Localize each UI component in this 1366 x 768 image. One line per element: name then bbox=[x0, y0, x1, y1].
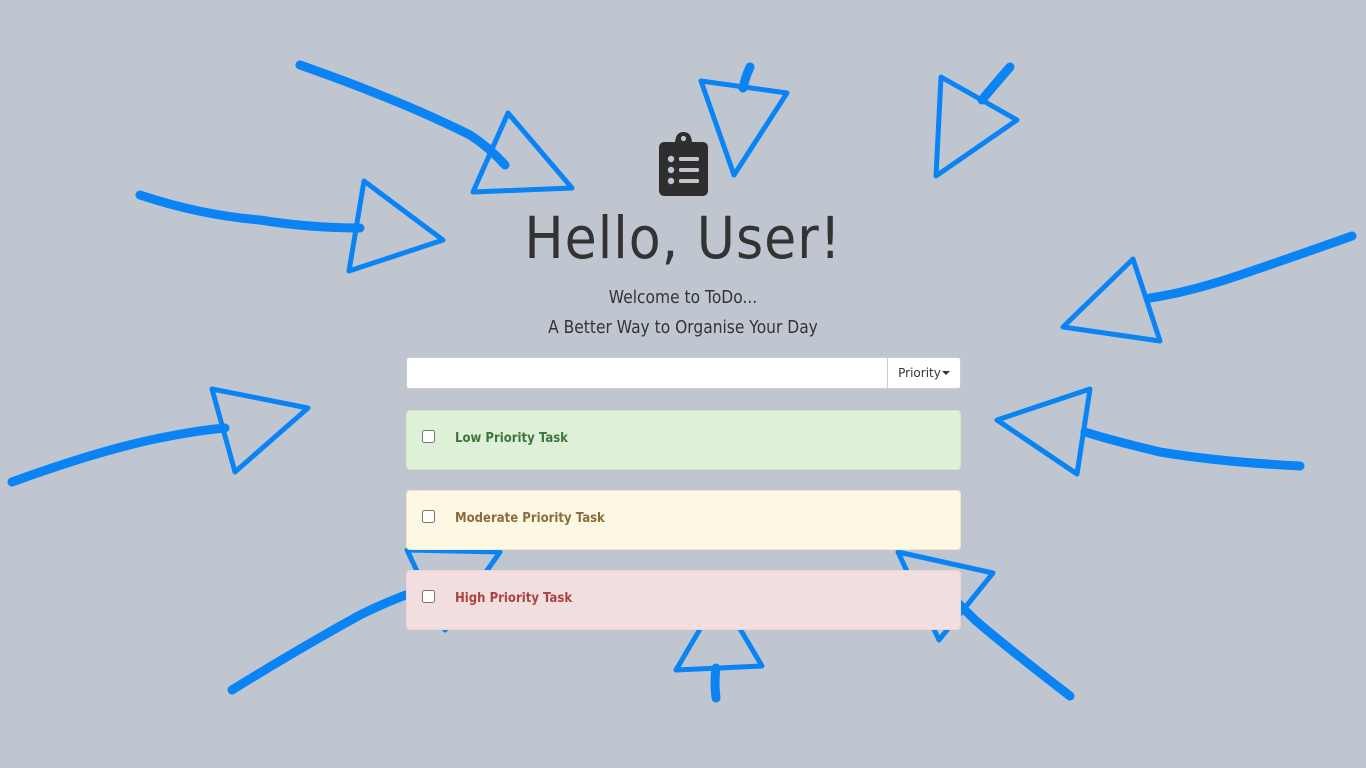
new-task-input[interactable] bbox=[406, 357, 887, 389]
arrow-right-lower bbox=[994, 386, 1305, 477]
task-item-moderate: Moderate Priority Task bbox=[406, 490, 961, 550]
new-task-form: Priority bbox=[406, 357, 961, 389]
task-checkbox-moderate[interactable] bbox=[422, 510, 435, 523]
clipboard-list-icon bbox=[659, 132, 708, 196]
task-checkbox-low[interactable] bbox=[422, 430, 435, 443]
page-title: Hello, User! bbox=[524, 204, 842, 272]
page: Hello, User! Welcome to ToDo... A Better… bbox=[0, 0, 1366, 768]
subtitle-tagline: A Better Way to Organise Your Day bbox=[548, 317, 818, 338]
arrow-top-center bbox=[698, 62, 790, 178]
priority-dropdown-button[interactable]: Priority bbox=[887, 357, 961, 389]
arrow-top-left bbox=[295, 60, 575, 195]
caret-down-icon bbox=[941, 371, 950, 375]
priority-dropdown-label: Priority bbox=[898, 366, 941, 380]
arrow-top-right bbox=[933, 62, 1020, 179]
task-label-high: High Priority Task bbox=[455, 591, 573, 606]
task-item-low: Low Priority Task bbox=[406, 410, 961, 470]
task-checkbox-high[interactable] bbox=[422, 590, 435, 603]
subtitle-welcome: Welcome to ToDo... bbox=[608, 287, 758, 308]
page-subtitle: Welcome to ToDo... A Better Way to Organ… bbox=[425, 283, 941, 343]
task-label-low: Low Priority Task bbox=[455, 431, 568, 446]
arrow-right-upper bbox=[1060, 231, 1357, 344]
task-label-moderate: Moderate Priority Task bbox=[455, 511, 605, 526]
task-item-high: High Priority Task bbox=[406, 570, 961, 630]
arrow-left-lower bbox=[7, 386, 311, 487]
